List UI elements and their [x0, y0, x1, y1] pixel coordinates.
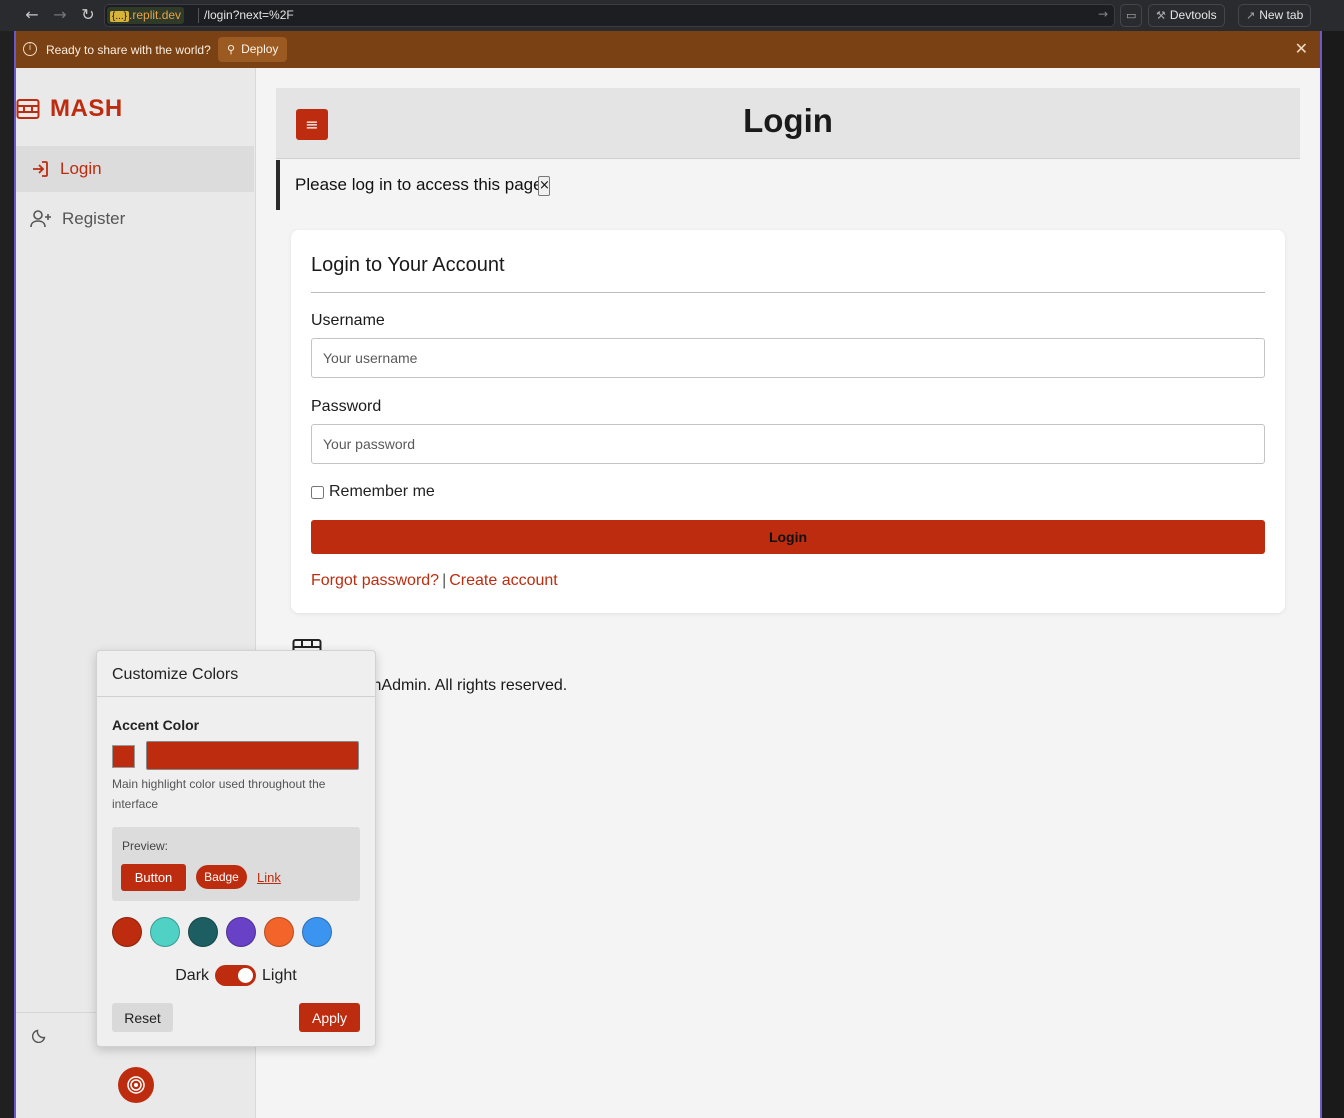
accent-color-swatch[interactable] — [112, 745, 135, 768]
new-tab-button[interactable]: ↗ New tab — [1238, 4, 1312, 27]
deploy-banner: i Ready to share with the world? ⚲ Deploy… — [16, 31, 1320, 68]
close-icon[interactable]: ✕ — [1295, 39, 1308, 59]
preset-swatch[interactable] — [302, 917, 332, 947]
username-label: Username — [311, 312, 385, 329]
login-submit-button[interactable]: Login — [311, 520, 1265, 554]
back-arrow-icon[interactable]: ← — [22, 5, 42, 25]
username-input[interactable] — [311, 338, 1265, 378]
remember-me-checkbox[interactable] — [311, 485, 324, 499]
preview-link: Link — [257, 870, 281, 885]
page-header: Login ≡ — [276, 88, 1300, 159]
login-card: Login to Your Account Username Password … — [291, 230, 1285, 613]
info-icon: i — [23, 42, 37, 56]
target-icon — [127, 1076, 145, 1094]
panel-title: Customize Colors — [112, 666, 239, 683]
accent-color-input[interactable] — [146, 741, 359, 770]
reset-button[interactable]: Reset — [112, 1003, 173, 1032]
external-link-icon: ↗ — [1246, 9, 1256, 22]
go-arrow-icon[interactable]: → — [1098, 7, 1108, 21]
url-path[interactable]: /login?next=%2F — [204, 8, 294, 23]
card-title: Login to Your Account — [311, 254, 505, 276]
screen-icon[interactable]: ▭ — [1120, 4, 1143, 27]
moon-icon[interactable] — [32, 1027, 48, 1043]
preview-button: Button — [121, 864, 186, 891]
remember-me-label: Remember me — [329, 483, 435, 500]
browser-toolbar: ← → ↻ {...} .replit.dev /login?next=%2F →… — [0, 0, 1344, 31]
customize-colors-button[interactable] — [118, 1067, 154, 1103]
password-input[interactable] — [311, 424, 1265, 464]
page-title: Login — [743, 102, 833, 139]
toggle-knob — [238, 968, 254, 983]
sidebar-item-label: Login — [60, 159, 102, 178]
link-separator: | — [442, 572, 447, 589]
flash-alert: Please log in to access this page. × — [276, 160, 1300, 210]
alert-message: Please log in to access this page. — [295, 175, 548, 194]
preset-swatch[interactable] — [264, 917, 294, 947]
deploy-button[interactable]: ⚲ Deploy — [218, 37, 288, 62]
user-plus-icon — [30, 210, 51, 228]
card-divider — [311, 292, 1265, 293]
dark-label: Dark — [175, 966, 210, 984]
apply-button[interactable]: Apply — [299, 1003, 360, 1032]
deploy-banner-text: Ready to share with the world? — [46, 43, 211, 57]
remember-me-row[interactable]: Remember me — [311, 483, 435, 501]
alert-close-button[interactable]: × — [538, 176, 550, 196]
left-panel-edge — [0, 31, 14, 1118]
logo-text: MASH — [50, 95, 123, 122]
menu-icon[interactable]: ≡ — [296, 109, 328, 140]
server-rack-icon — [16, 99, 40, 119]
preset-swatch[interactable] — [112, 917, 142, 947]
preview-label: Preview: — [122, 839, 169, 853]
devtools-button[interactable]: ⚒ Devtools — [1148, 4, 1225, 27]
accent-help-text: Main highlight color used throughout the… — [112, 777, 326, 811]
app-viewport: MASH Login Register Login ≡ Please log i… — [16, 68, 1320, 1118]
reload-icon[interactable]: ↻ — [78, 5, 98, 25]
preset-swatch[interactable] — [226, 917, 256, 947]
preset-swatch[interactable] — [188, 917, 218, 947]
wrench-icon: ⚒ — [1156, 9, 1166, 22]
account-links: Forgot password? | Create account — [311, 572, 558, 590]
forgot-password-link[interactable]: Forgot password? — [311, 572, 439, 589]
panel-divider — [97, 696, 375, 697]
sidebar-item-register[interactable]: Register — [16, 196, 254, 242]
logo[interactable]: MASH — [16, 95, 123, 123]
preview-box: Preview: Button Badge Link — [112, 827, 360, 901]
sidebar-item-label: Register — [62, 209, 126, 228]
deploy-icon: ⚲ — [227, 43, 236, 56]
preview-badge: Badge — [196, 865, 247, 889]
login-icon — [33, 161, 48, 177]
host-chip: {...} .replit.dev — [107, 7, 185, 24]
preset-swatch[interactable] — [150, 917, 180, 947]
password-label: Password — [311, 398, 382, 415]
theme-toggle[interactable] — [215, 965, 257, 986]
sidebar-item-login[interactable]: Login — [16, 146, 254, 192]
theme-switch-row: Dark Light — [97, 965, 375, 986]
light-label: Light — [262, 966, 297, 984]
address-bar[interactable]: {...} .replit.dev /login?next=%2F → — [104, 4, 1115, 27]
forward-arrow-icon[interactable]: → — [50, 5, 70, 25]
accent-color-label: Accent Color — [112, 717, 200, 733]
create-account-link[interactable]: Create account — [449, 572, 558, 589]
customize-colors-panel: Customize Colors Accent Color Main highl… — [96, 650, 376, 1047]
url-separator — [198, 8, 199, 23]
right-panel-edge — [1322, 31, 1344, 1118]
